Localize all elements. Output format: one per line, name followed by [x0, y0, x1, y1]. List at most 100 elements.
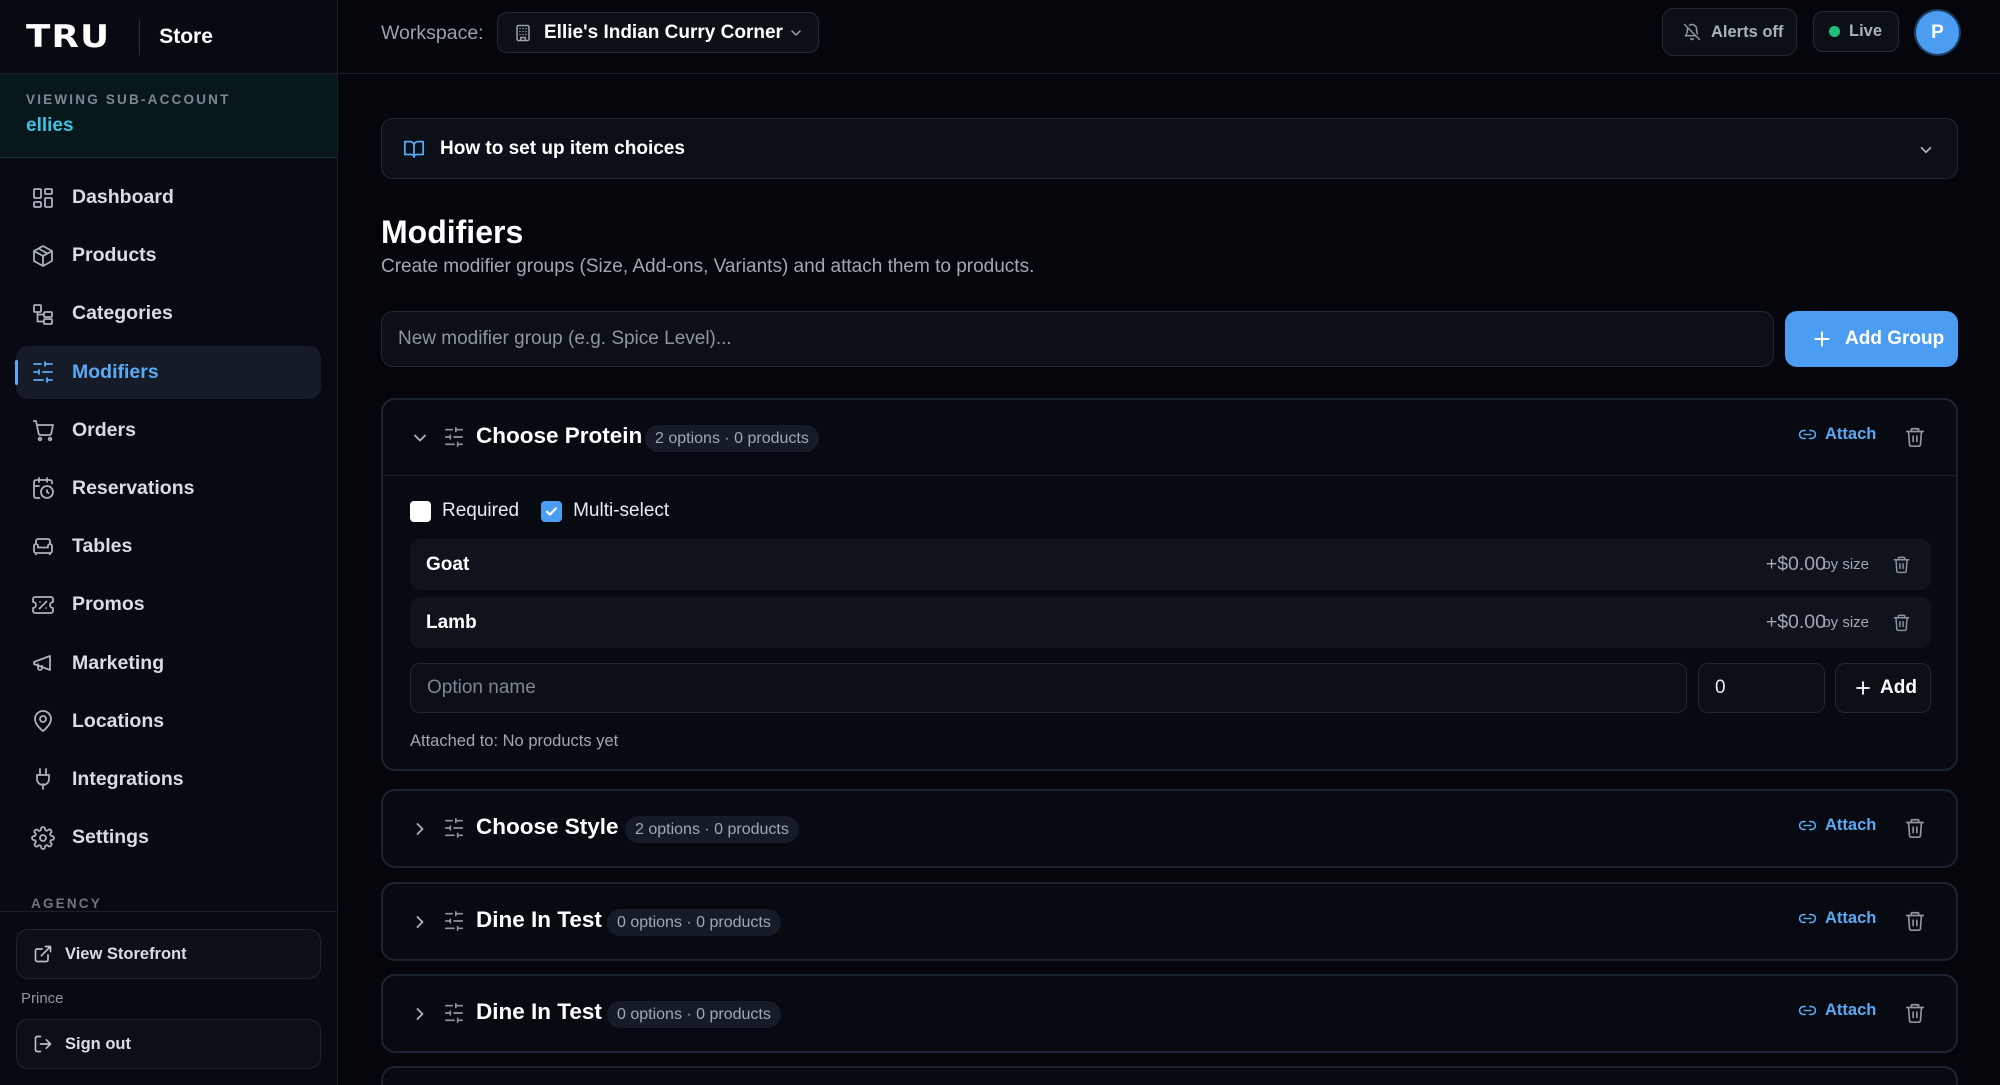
option-price-input[interactable] — [1698, 663, 1825, 713]
sidebar-item-settings[interactable]: Settings — [16, 811, 321, 864]
link-icon — [1798, 816, 1817, 835]
add-option-button[interactable]: Add — [1835, 663, 1931, 713]
sign-out-label: Sign out — [65, 1034, 131, 1053]
required-checkbox[interactable] — [410, 500, 431, 522]
sidebar-item-reservations[interactable]: Reservations — [16, 462, 321, 515]
by-size-link[interactable]: by size — [1822, 614, 1869, 631]
sidebar-item-label: Promos — [72, 593, 145, 616]
chevron-down-icon[interactable] — [410, 428, 430, 448]
bell-off-icon — [1683, 23, 1701, 41]
megaphone-icon — [31, 651, 55, 675]
sign-out-button[interactable]: Sign out — [16, 1019, 321, 1069]
sub-account-banner: VIEWING SUB-ACCOUNT ellies — [0, 74, 337, 158]
sidebar-item-label: Tables — [72, 535, 133, 558]
add-group-label: Add Group — [1845, 328, 1945, 349]
modifier-group-count-badge: 2 options · 0 products — [625, 816, 799, 843]
by-size-link[interactable]: by size — [1822, 556, 1869, 573]
required-label: Required — [442, 500, 520, 521]
brand-section-label: Store — [159, 24, 213, 48]
sidebar-item-tables[interactable]: Tables — [16, 520, 321, 573]
group-settings-row: Required Multi-select — [410, 500, 691, 522]
sidebar-item-products[interactable]: Products — [16, 229, 321, 282]
brand-divider — [139, 18, 141, 55]
sidebar-item-locations[interactable]: Locations — [16, 695, 321, 748]
sidebar-item-promos[interactable]: Promos — [16, 578, 321, 631]
modifier-group-header[interactable]: Dine In Test 0 options · 0 products Atta… — [383, 884, 1956, 959]
option-row: Lamb +$0.00 by size — [410, 597, 1931, 648]
sliders-icon — [31, 360, 55, 384]
howto-accordion[interactable]: How to set up item choices — [381, 118, 1958, 179]
sidebar-item-label: Modifiers — [72, 360, 159, 383]
link-icon — [1798, 425, 1817, 444]
delete-option-trash-icon[interactable] — [1892, 555, 1911, 574]
chevron-right-icon[interactable] — [410, 819, 430, 839]
option-price: +$0.00 — [1765, 553, 1826, 575]
modifier-group-name: Choose Protein — [476, 423, 643, 448]
categories-icon — [31, 302, 55, 326]
delete-group-trash-icon[interactable] — [1904, 817, 1926, 839]
sidebar-item-orders[interactable]: Orders — [16, 404, 321, 457]
top-bar: Workspace: Ellie's Indian Curry Corner A… — [339, 0, 2000, 74]
chevron-down-icon — [788, 25, 804, 41]
calendar-clock-icon — [31, 476, 55, 500]
armchair-icon — [31, 535, 55, 559]
sidebar: TRU Store VIEWING SUB-ACCOUNT ellies Das… — [0, 0, 338, 1085]
modifier-group-header[interactable]: Choose Protein 2 options · 0 products At… — [383, 400, 1956, 475]
modifier-group-count-badge: 0 options · 0 products — [607, 909, 781, 936]
attach-label: Attach — [1825, 1001, 1877, 1019]
add-option-label: Add — [1880, 677, 1917, 698]
sliders-icon — [443, 910, 465, 932]
sidebar-item-label: Integrations — [72, 767, 184, 790]
multiselect-checkbox[interactable] — [541, 500, 563, 522]
attach-label: Attach — [1825, 425, 1877, 443]
sidebar-item-label: Dashboard — [72, 186, 174, 208]
modifier-group-header[interactable]: Dine In Test 0 options · 0 products Atta… — [383, 976, 1956, 1051]
sidebar-item-label: Settings — [72, 826, 149, 849]
multiselect-label: Multi-select — [573, 500, 670, 521]
live-label: Live — [1849, 22, 1883, 40]
sliders-icon — [443, 817, 465, 839]
sidebar-item-label: Products — [72, 244, 157, 267]
delete-group-trash-icon[interactable] — [1904, 426, 1926, 448]
building-icon — [514, 24, 532, 42]
live-status-dot — [1829, 26, 1840, 37]
modifier-group-body: Required Multi-select Goat +$0.00 by siz… — [383, 475, 1956, 769]
sidebar-nav: Dashboard Products Categories Modifiers … — [15, 171, 321, 869]
delete-group-trash-icon[interactable] — [1904, 910, 1926, 932]
sidebar-item-categories[interactable]: Categories — [16, 287, 321, 340]
option-name-input[interactable] — [410, 663, 1687, 713]
option-name: Goat — [426, 554, 470, 575]
gear-icon — [31, 825, 55, 850]
chevron-right-icon[interactable] — [410, 912, 430, 932]
option-price: +$0.00 — [1765, 611, 1826, 633]
chevron-right-icon[interactable] — [410, 1004, 430, 1024]
sidebar-item-integrations[interactable]: Integrations — [16, 753, 321, 806]
workspace-name: Ellie's Indian Curry Corner — [544, 21, 783, 43]
user-name: Prince — [21, 990, 64, 1007]
modifier-group-header[interactable]: Choose Style 2 options · 0 products Atta… — [383, 791, 1956, 866]
sliders-icon — [443, 1002, 465, 1024]
sub-account-label: VIEWING SUB-ACCOUNT — [26, 92, 231, 107]
avatar[interactable]: P — [1916, 11, 1959, 54]
sidebar-item-label: Categories — [72, 302, 173, 325]
view-storefront-button[interactable]: View Storefront — [16, 929, 321, 979]
attach-button[interactable]: Attach — [1798, 425, 1876, 444]
option-row: Goat +$0.00 by size — [410, 539, 1931, 590]
workspace-select[interactable]: Ellie's Indian Curry Corner — [497, 12, 819, 53]
attach-button[interactable]: Attach — [1798, 816, 1876, 835]
cart-icon — [31, 418, 55, 442]
attach-button[interactable]: Attach — [1798, 909, 1876, 928]
add-group-button[interactable]: Add Group — [1785, 311, 1958, 367]
modifier-group: Choose Style 2 options · 0 products Atta… — [381, 789, 1958, 868]
delete-group-trash-icon[interactable] — [1904, 1002, 1926, 1024]
log-out-icon — [33, 1034, 53, 1054]
sidebar-item-modifiers[interactable]: Modifiers — [15, 345, 321, 399]
live-status-button[interactable]: Live — [1813, 11, 1899, 52]
sidebar-item-dashboard[interactable]: Dashboard — [16, 171, 321, 224]
sidebar-item-marketing[interactable]: Marketing — [16, 637, 321, 690]
delete-option-trash-icon[interactable] — [1892, 613, 1911, 632]
attach-button[interactable]: Attach — [1798, 1001, 1876, 1020]
new-group-input[interactable] — [381, 311, 1774, 367]
brand-logo[interactable]: TRU — [26, 19, 110, 55]
alerts-toggle[interactable]: Alerts off — [1662, 8, 1797, 56]
